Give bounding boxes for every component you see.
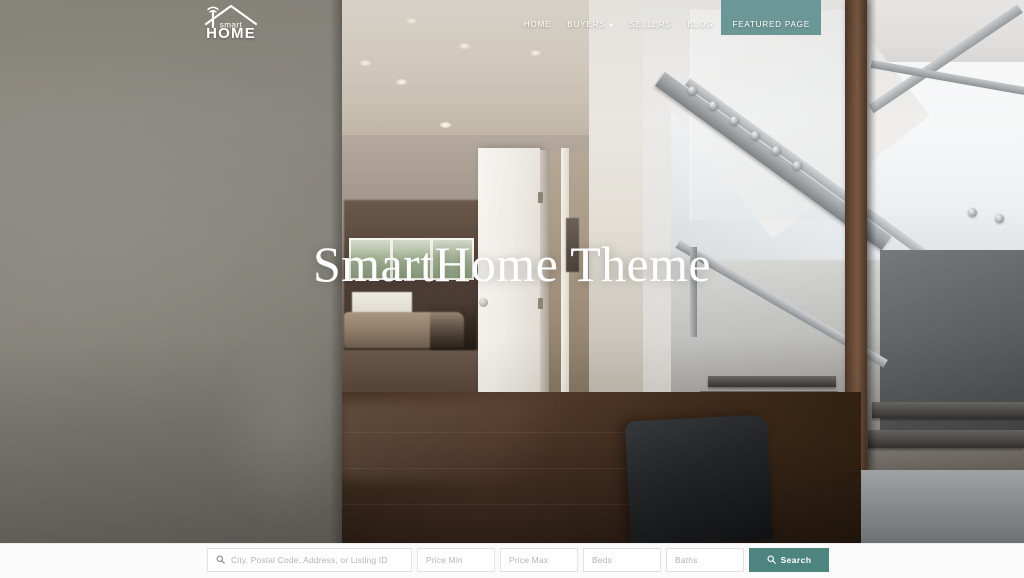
hallway-right-wall	[589, 0, 643, 430]
property-search-bar: City, Postal Code, Address, or Listing I…	[0, 543, 1024, 578]
glass-standoff	[793, 161, 802, 170]
recessed-light	[360, 60, 371, 66]
nav-label: BLOG	[687, 20, 714, 29]
door-hinge	[538, 298, 543, 309]
site-logo[interactable]: smart HOME	[200, 2, 262, 44]
nav-label: FEATURED PAGE	[732, 20, 810, 29]
recessed-light	[396, 79, 407, 85]
nav-label: SELLERS	[629, 20, 672, 29]
nav-item-sellers[interactable]: SELLERS	[621, 0, 679, 34]
hero-title: SmartHome Theme	[312, 236, 712, 292]
search-icon	[767, 554, 776, 566]
search-button[interactable]: Search	[749, 548, 829, 572]
glass-standoff	[730, 116, 739, 125]
chevron-down-icon	[609, 23, 614, 27]
price-min-placeholder: Price Min	[426, 555, 463, 565]
search-input-placeholder: City, Postal Code, Address, or Listing I…	[231, 555, 388, 565]
baths-placeholder: Baths	[675, 555, 698, 565]
recessed-light	[440, 122, 451, 128]
door-hinge	[538, 192, 543, 203]
stair-tread	[868, 430, 1024, 448]
nav-item-buyers[interactable]: BUYERS	[559, 0, 621, 34]
stair-tread	[708, 376, 836, 387]
glass-standoff	[772, 146, 781, 155]
glass-standoff	[751, 131, 760, 140]
nav-label: HOME	[523, 20, 552, 29]
beds-input[interactable]: Beds	[583, 548, 661, 572]
nav-item-featured-page[interactable]: FEATURED PAGE	[721, 0, 821, 35]
newel-post-shadow	[867, 0, 877, 470]
floor-plank-line	[341, 432, 671, 433]
beds-placeholder: Beds	[592, 555, 612, 565]
glass-standoff	[709, 101, 718, 110]
baths-input[interactable]: Baths	[666, 548, 744, 572]
page-root: SmartHome Theme smart HOME HOME BUYERS S…	[0, 0, 1024, 578]
nav-item-home[interactable]: HOME	[516, 0, 560, 34]
hero-banner: SmartHome Theme	[0, 0, 1024, 543]
price-max-input[interactable]: Price Max	[500, 548, 578, 572]
nav-item-blog[interactable]: BLOG	[680, 0, 722, 34]
recessed-light	[530, 50, 541, 56]
stair-tread	[872, 402, 1024, 418]
search-button-label: Search	[780, 555, 812, 565]
main-navigation: HOME BUYERS SELLERS BLOG FEATURED PAGE	[516, 0, 821, 46]
price-max-placeholder: Price Max	[509, 555, 549, 565]
black-chair	[624, 414, 774, 543]
glass-standoff	[688, 86, 697, 95]
nav-label: BUYERS	[567, 20, 606, 29]
logo-wordmark-home: HOME	[206, 25, 256, 42]
site-header: smart HOME HOME BUYERS SELLERS BLOG FEAT…	[0, 0, 1024, 46]
glass-standoff	[995, 214, 1004, 223]
price-min-input[interactable]: Price Min	[417, 548, 495, 572]
search-fields-group: City, Postal Code, Address, or Listing I…	[207, 548, 829, 572]
table	[430, 305, 476, 350]
glass-standoff	[968, 208, 977, 217]
search-input[interactable]: City, Postal Code, Address, or Listing I…	[207, 548, 412, 572]
door-knob	[479, 298, 488, 307]
search-icon	[216, 554, 225, 566]
